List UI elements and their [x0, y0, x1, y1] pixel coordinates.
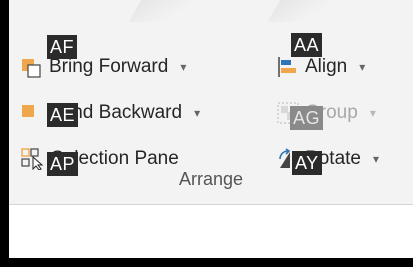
keytip-send-backward: AE: [47, 103, 79, 127]
chevron-down-icon[interactable]: ▾: [194, 106, 200, 120]
arrange-group: Bring Forward ▾ Send Backward ▾ Selectio…: [9, 0, 413, 204]
chevron-down-icon[interactable]: ▾: [370, 106, 376, 120]
selection-pane-button[interactable]: Selection Pane: [21, 148, 179, 171]
bring-forward-icon: [21, 56, 43, 78]
chevron-down-icon[interactable]: ▾: [373, 152, 379, 166]
ribbon-divider: [9, 204, 413, 205]
keytip-group: AG: [290, 106, 324, 130]
ribbon-decoration: [128, 0, 202, 22]
ribbon-decoration: [267, 0, 341, 22]
chevron-down-icon[interactable]: ▾: [180, 60, 186, 74]
selection-pane-icon: [21, 148, 45, 171]
keytip-rotate: AY: [292, 151, 322, 175]
bring-forward-label: Bring Forward: [49, 56, 169, 77]
group-title: Arrange: [179, 169, 244, 189]
align-icon: [277, 56, 299, 78]
keytip-selection-pane: AP: [47, 152, 79, 176]
align-button[interactable]: Align ▾: [277, 56, 365, 78]
keytip-bring-forward: AF: [47, 35, 78, 59]
ribbon-panel: Bring Forward ▾ Send Backward ▾ Selectio…: [9, 0, 413, 258]
chevron-down-icon[interactable]: ▾: [359, 60, 365, 74]
send-backward-icon: [21, 102, 43, 124]
align-label: Align: [305, 56, 348, 77]
keytip-align: AA: [291, 33, 323, 57]
bring-forward-button[interactable]: Bring Forward ▾: [21, 56, 186, 78]
